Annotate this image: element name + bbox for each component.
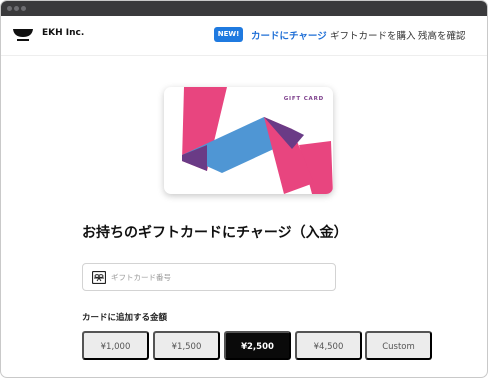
page-title: お持ちのギフトカードにチャージ（入金） xyxy=(82,225,348,241)
title-bar xyxy=(1,1,487,16)
bowl-logo-icon[interactable] xyxy=(13,27,33,43)
browser-window: EKH Inc. NEW! カードにチャージ ギフトカードを購入 残高を確認 G… xyxy=(0,0,488,378)
minimize-window-dot[interactable] xyxy=(14,6,19,11)
brand-name[interactable]: EKH Inc. xyxy=(42,28,84,38)
nav-check-balance[interactable]: 残高を確認 xyxy=(418,28,466,42)
gift-card-image: GIFT CARD xyxy=(164,87,333,194)
amount-button-custom[interactable]: Custom xyxy=(365,331,432,360)
zoom-window-dot[interactable] xyxy=(21,6,26,11)
new-badge: NEW! xyxy=(214,27,243,42)
amount-button-1500[interactable]: ¥1,500 xyxy=(153,331,220,360)
amount-button-4500[interactable]: ¥4,500 xyxy=(295,331,362,360)
nav-charge-card[interactable]: カードにチャージ xyxy=(251,28,327,42)
gift-card-number-field[interactable] xyxy=(82,263,336,291)
gift-card-artwork xyxy=(182,87,333,194)
site-header: EKH Inc. NEW! カードにチャージ ギフトカードを購入 残高を確認 xyxy=(1,16,487,56)
amount-button-2500[interactable]: ¥2,500 xyxy=(224,331,291,360)
gift-card-number-input[interactable] xyxy=(111,268,331,286)
amount-label: カードに追加する金額 xyxy=(82,313,168,323)
amount-button-1000[interactable]: ¥1,000 xyxy=(82,331,149,360)
gift-card-label: GIFT CARD xyxy=(283,96,324,102)
gift-card-icon xyxy=(92,271,106,284)
nav-buy-gift-card[interactable]: ギフトカードを購入 xyxy=(330,28,416,42)
close-window-dot[interactable] xyxy=(7,6,12,11)
